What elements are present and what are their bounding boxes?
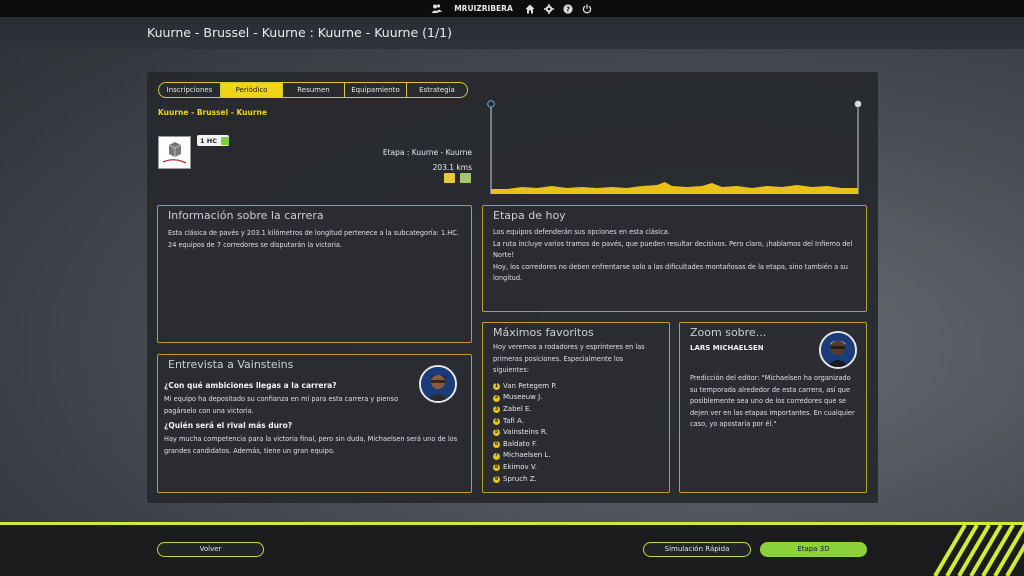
list-item: 7 Michaelsen L. bbox=[493, 450, 669, 462]
tab-estrategia[interactable]: Estrategia bbox=[407, 83, 467, 97]
today-stage-box: Etapa de hoy Los equipos defenderán sus … bbox=[482, 205, 867, 312]
stage-profile bbox=[487, 98, 863, 194]
interview-answer-1: Mi equipo ha depositado su confianza en … bbox=[164, 395, 399, 415]
favorites-intro: Hoy veremos a rodadores y esprinteres en… bbox=[493, 343, 645, 375]
bottom-bar bbox=[0, 522, 1024, 576]
today-stage-line: Hoy, los corredores no deben enfrentarse… bbox=[493, 262, 848, 283]
stage-info: Etapa : Kuurne - Kuurne 203.1 kms bbox=[383, 145, 472, 175]
tab-bar: Inscripciones Periódico Resumen Equipami… bbox=[158, 82, 468, 98]
stage-label: Etapa : Kuurne - Kuurne bbox=[382, 148, 472, 157]
list-item: 8 Ekimov V. bbox=[493, 462, 669, 474]
tab-inscripciones[interactable]: Inscripciones bbox=[159, 83, 221, 97]
rank-icon: 6 bbox=[493, 440, 500, 449]
list-item: 3 Zabel E. bbox=[493, 404, 669, 416]
category-badge: 1 HC bbox=[197, 135, 229, 146]
rank-icon: 1 bbox=[493, 382, 500, 391]
rider-name: Tafi A. bbox=[503, 416, 524, 425]
list-item: 1 Van Petegem P. bbox=[493, 381, 669, 393]
rider-name: Van Petegem P. bbox=[503, 381, 557, 390]
race-logo bbox=[158, 136, 191, 169]
interview-question-1: ¿Con qué ambiciones llegas a la carrera? bbox=[164, 381, 337, 390]
tab-equipamiento[interactable]: Equipamiento bbox=[345, 83, 407, 97]
list-item: 4 Tafi A. bbox=[493, 416, 669, 428]
quick-sim-button[interactable]: Simulación Rápida bbox=[643, 542, 751, 557]
list-item: 6 Baldato F. bbox=[493, 439, 669, 451]
cobbles-icon bbox=[444, 173, 455, 183]
rank-icon: 5 bbox=[493, 429, 500, 437]
rider-name: Vainsteins R. bbox=[503, 428, 548, 437]
list-item: 2 Museeuw J. bbox=[493, 392, 669, 404]
today-stage-title: Etapa de hoy bbox=[493, 209, 566, 222]
header: Kuurne - Brussel - Kuurne : Kuurne - Kuu… bbox=[0, 17, 1024, 49]
gear-icon[interactable] bbox=[544, 3, 555, 14]
rank-icon: 8 bbox=[493, 463, 500, 472]
decorative-stripes bbox=[905, 525, 1024, 576]
rider-name: Spruch Z. bbox=[503, 474, 537, 483]
race-info-title: Información sobre la carrera bbox=[168, 209, 324, 222]
users-icon[interactable] bbox=[431, 3, 443, 14]
rank-icon: 7 bbox=[493, 452, 500, 460]
username: MRUIZRIBERA bbox=[454, 4, 513, 13]
list-item: 9 Spruch Z. bbox=[493, 474, 669, 486]
rank-icon: 9 bbox=[493, 475, 500, 483]
flat-icon bbox=[460, 173, 471, 183]
race-info-box: Información sobre la carrera Esta clásic… bbox=[157, 205, 472, 343]
top-bar: MRUIZRIBERA ? bbox=[0, 0, 1024, 17]
favorites-box: Máximos favoritos Hoy veremos a rodadore… bbox=[482, 322, 670, 493]
rider-name: Baldato F. bbox=[503, 439, 538, 448]
power-icon[interactable] bbox=[582, 3, 593, 14]
avatar-vainsteins bbox=[419, 365, 457, 403]
favorites-title: Máximos favoritos bbox=[493, 326, 594, 339]
category-label: 1 HC bbox=[200, 136, 217, 145]
stage-type-icons bbox=[444, 173, 471, 183]
help-icon[interactable]: ? bbox=[563, 3, 574, 14]
race-name: Kuurne - Brussel - Kuurne bbox=[158, 108, 267, 117]
rider-name: Michaelsen L. bbox=[503, 451, 551, 460]
list-item: 5 Vainsteins R. bbox=[493, 427, 669, 439]
back-button[interactable]: Volver bbox=[157, 542, 264, 557]
zoom-box: Zoom sobre... LARS MICHAELSEN Predicción… bbox=[679, 322, 867, 493]
stage-3d-button[interactable]: Etapa 3D bbox=[760, 542, 867, 557]
rank-icon: 3 bbox=[493, 405, 500, 414]
rider-name: Ekimov V. bbox=[503, 462, 538, 471]
today-stage-line: Los equipos defenderán sus opciones en e… bbox=[493, 228, 670, 236]
tab-periodico[interactable]: Periódico bbox=[221, 83, 283, 97]
tab-resumen[interactable]: Resumen bbox=[283, 83, 345, 97]
race-info-text: Esta clásica de pavés y 203.1 kilómetros… bbox=[168, 229, 459, 249]
rank-icon: 2 bbox=[493, 394, 500, 402]
avatar-michaelsen bbox=[819, 331, 857, 369]
svg-text:?: ? bbox=[566, 5, 570, 13]
category-status-icon bbox=[221, 136, 229, 145]
main-panel: Inscripciones Periódico Resumen Equipami… bbox=[147, 72, 878, 503]
rank-icon: 4 bbox=[493, 417, 500, 425]
rider-name: Zabel E. bbox=[503, 404, 532, 413]
page-title: Kuurne - Brussel - Kuurne : Kuurne - Kuu… bbox=[147, 25, 453, 40]
home-icon[interactable] bbox=[525, 3, 536, 14]
favorites-list: 1 Van Petegem P. 2 Museeuw J. 3 Zabel E. 4T… bbox=[493, 381, 669, 485]
interview-answer-2: Hay mucha competencia para la victoria f… bbox=[164, 435, 458, 455]
interview-box: Entrevista a Vainsteins ¿Con qué ambicio… bbox=[157, 354, 472, 493]
zoom-text: Predicción del editor: "Michaelsen ha or… bbox=[690, 374, 855, 429]
today-stage-line: La ruta incluye varios tramos de pavés, … bbox=[493, 239, 853, 260]
interview-question-2: ¿Quién será el rival más duro? bbox=[164, 421, 293, 431]
rider-name: Museeuw J. bbox=[503, 393, 543, 402]
